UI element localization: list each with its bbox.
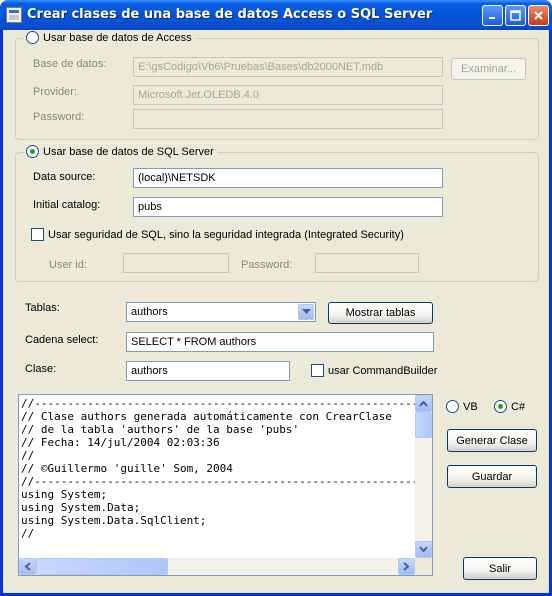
clase-label: Clase: <box>25 363 57 375</box>
access-provider-input[interactable]: Microsoft.Jet.OLEDB.4.0 <box>133 85 443 105</box>
arrow-right-icon <box>403 562 410 571</box>
app-icon <box>6 7 22 23</box>
cs-radio-button[interactable] <box>494 400 507 413</box>
vb-radio[interactable]: VB <box>446 400 478 413</box>
sql-password-input[interactable] <box>315 253 419 273</box>
datasource-input[interactable]: (local)\NETSDK <box>133 168 443 188</box>
datasource-label: Data source: <box>33 171 96 183</box>
code-line: // <box>21 449 35 462</box>
horizontal-scrollbar[interactable] <box>19 558 415 575</box>
maximize-icon <box>510 10 521 21</box>
code-lines: //--------------------------------------… <box>21 397 415 553</box>
catalog-input[interactable]: pubs <box>133 197 443 217</box>
sql-radio-label: Usar base de datos de SQL Server <box>43 145 214 158</box>
window-title: Crear clases de una base de datos Access… <box>27 7 433 22</box>
vertical-scrollbar[interactable] <box>415 395 432 558</box>
sql-radio-button[interactable] <box>26 145 39 158</box>
arrow-left-icon <box>24 562 31 571</box>
salir-button[interactable]: Salir <box>463 557 537 580</box>
tablas-label: Tablas: <box>25 302 60 314</box>
scroll-down-button[interactable] <box>415 541 432 558</box>
code-textbox[interactable]: //--------------------------------------… <box>18 394 433 576</box>
userid-label: User id: <box>49 259 87 271</box>
vb-radio-label: VB <box>463 400 478 413</box>
cadena-select-label: Cadena select: <box>25 334 99 346</box>
access-radio-label: Usar base de datos de Access <box>43 31 192 44</box>
access-base-input[interactable]: E:\gsCodigo\Vb6\Pruebas\Bases\db2000NET.… <box>133 57 443 77</box>
close-button[interactable] <box>528 5 549 26</box>
code-line: //--------------------------------------… <box>21 397 415 410</box>
commandbuilder-label: usar CommandBuilder <box>328 364 438 377</box>
access-radio[interactable]: Usar base de datos de Access <box>24 31 196 44</box>
scroll-right-button[interactable] <box>398 558 415 575</box>
access-radio-button[interactable] <box>26 31 39 44</box>
access-provider-label: Provider: <box>33 86 78 98</box>
generar-clase-button[interactable]: Generar Clase <box>447 429 537 452</box>
access-password-input[interactable] <box>133 109 443 129</box>
arrow-down-icon <box>419 546 428 553</box>
code-line: // Fecha: 14/jul/2004 02:03:36 <box>21 436 220 449</box>
sql-security-checkbox[interactable]: Usar seguridad de SQL, sino la seguridad… <box>31 228 404 241</box>
maximize-button[interactable] <box>505 5 526 26</box>
access-base-label: Base de datos: <box>33 58 107 70</box>
close-icon <box>534 11 543 20</box>
catalog-label: Initial catalog: <box>33 199 101 211</box>
scroll-left-button[interactable] <box>19 558 36 575</box>
sql-security-check-box[interactable] <box>31 228 44 241</box>
code-line: //--------------------------------------… <box>21 475 415 488</box>
cs-radio[interactable]: C# <box>494 400 525 413</box>
chevron-down-icon <box>302 309 311 314</box>
title-bar[interactable]: Crear clases de una base de datos Access… <box>0 0 552 30</box>
userid-input[interactable] <box>123 253 229 273</box>
arrow-up-icon <box>419 400 428 407</box>
examinar-button[interactable]: Examinar... <box>451 58 526 80</box>
sql-radio[interactable]: Usar base de datos de SQL Server <box>24 145 218 158</box>
sql-security-label: Usar seguridad de SQL, sino la seguridad… <box>48 228 404 241</box>
main-window: Crear clases de una base de datos Access… <box>0 0 552 596</box>
mostrar-tablas-button[interactable]: Mostrar tablas <box>328 302 433 324</box>
sql-password-label: Password: <box>241 259 293 271</box>
code-line: // Clase authors generada automáticament… <box>21 410 392 423</box>
tablas-dropdown-button[interactable] <box>298 304 314 320</box>
scroll-corner <box>415 558 432 575</box>
tablas-selected-value: authors <box>131 306 168 318</box>
clase-input[interactable]: authors <box>126 361 290 381</box>
minimize-icon <box>489 17 495 19</box>
code-line: // de la tabla 'authors' de la base 'pub… <box>21 423 300 436</box>
access-password-label: Password: <box>33 111 85 123</box>
commandbuilder-check-box[interactable] <box>311 364 324 377</box>
code-line: using System.Data; <box>21 501 141 514</box>
cs-radio-label: C# <box>511 400 526 413</box>
minimize-button[interactable] <box>482 5 503 26</box>
code-line: using System.Data.SqlClient; <box>21 514 207 527</box>
code-line: using System; <box>21 488 108 501</box>
scroll-up-button[interactable] <box>415 395 432 412</box>
horizontal-scroll-thumb[interactable] <box>36 558 168 575</box>
cadena-select-input[interactable]: SELECT * FROM authors <box>126 332 434 352</box>
commandbuilder-checkbox[interactable]: usar CommandBuilder <box>311 364 437 377</box>
vb-radio-button[interactable] <box>446 400 459 413</box>
tablas-select[interactable]: authors <box>126 302 316 322</box>
vertical-scroll-thumb[interactable] <box>415 412 432 438</box>
code-line: // <box>21 527 35 540</box>
code-line: // ©Guillermo 'guille' Som, 2004 <box>21 462 233 475</box>
guardar-button[interactable]: Guardar <box>447 465 537 488</box>
